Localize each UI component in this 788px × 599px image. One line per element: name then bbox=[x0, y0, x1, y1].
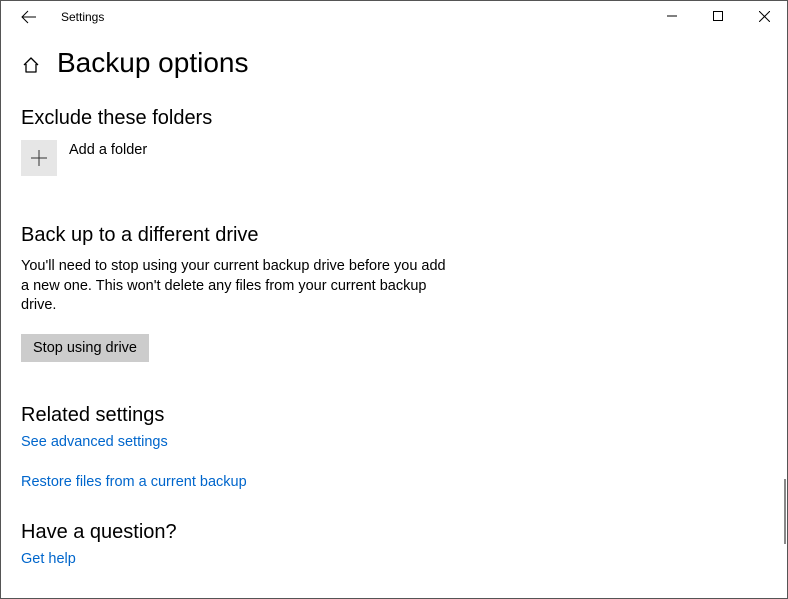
plus-tile bbox=[21, 140, 57, 176]
window-title: Settings bbox=[61, 10, 104, 24]
content-area: Backup options Exclude these folders Add… bbox=[1, 33, 787, 568]
see-advanced-settings-link[interactable]: See advanced settings bbox=[21, 434, 168, 450]
related-settings-heading: Related settings bbox=[21, 404, 767, 427]
arrow-left-icon bbox=[21, 9, 37, 25]
close-icon bbox=[759, 11, 770, 22]
different-drive-heading: Back up to a different drive bbox=[21, 224, 767, 247]
have-a-question-heading: Have a question? bbox=[21, 521, 767, 544]
add-folder-label: Add a folder bbox=[69, 142, 147, 158]
stop-using-drive-button[interactable]: Stop using drive bbox=[21, 334, 149, 362]
page-header: Backup options bbox=[21, 47, 767, 79]
close-button[interactable] bbox=[741, 1, 787, 31]
home-icon[interactable] bbox=[21, 55, 41, 75]
exclude-heading: Exclude these folders bbox=[21, 107, 767, 130]
maximize-icon bbox=[713, 11, 723, 21]
maximize-button[interactable] bbox=[695, 1, 741, 31]
minimize-icon bbox=[667, 11, 677, 21]
get-help-link[interactable]: Get help bbox=[21, 551, 76, 567]
different-drive-body: You'll need to stop using your current b… bbox=[21, 257, 451, 316]
window-controls bbox=[649, 1, 787, 31]
back-button[interactable] bbox=[15, 3, 43, 31]
page-title: Backup options bbox=[57, 47, 248, 79]
scrollbar[interactable] bbox=[784, 479, 786, 544]
add-folder-button[interactable]: Add a folder bbox=[21, 140, 767, 176]
minimize-button[interactable] bbox=[649, 1, 695, 31]
plus-icon bbox=[30, 149, 48, 167]
restore-files-link[interactable]: Restore files from a current backup bbox=[21, 474, 247, 490]
